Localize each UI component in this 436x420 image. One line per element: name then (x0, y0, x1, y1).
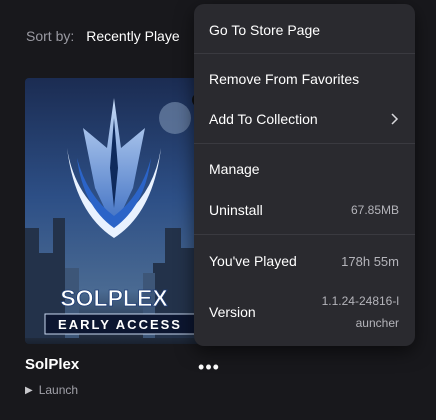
cover-title-text: SOLPLEX (60, 285, 168, 311)
menu-divider (194, 53, 415, 54)
launch-button[interactable]: ▶ Launch (25, 383, 78, 397)
game-title[interactable]: SolPlex (25, 356, 79, 373)
chevron-right-icon (391, 113, 399, 125)
version-value-line2: auncher (355, 316, 399, 330)
menu-item-go-to-store[interactable]: Go To Store Page (209, 19, 399, 41)
menu-item-label: Add To Collection (209, 111, 318, 127)
more-options-button[interactable]: ••• (196, 357, 222, 377)
playtime-label: You've Played (209, 253, 297, 269)
library-view: Sort by: Recently Playe SOLPLEX EARLY AC… (0, 0, 436, 420)
menu-item-label: Go To Store Page (209, 22, 321, 38)
menu-divider (194, 234, 415, 235)
menu-item-label: Manage (209, 161, 260, 177)
menu-item-label: Remove From Favorites (209, 71, 360, 87)
menu-item-label: Uninstall (209, 202, 263, 218)
menu-item-add-to-collection[interactable]: Add To Collection (209, 108, 399, 130)
version-label: Version (209, 304, 256, 320)
playtime-row: You've Played 178h 55m (209, 249, 399, 273)
menu-item-uninstall[interactable]: Uninstall 67.85MB (209, 199, 399, 221)
game-cover-art[interactable]: SOLPLEX EARLY ACCESS (25, 78, 203, 344)
install-size: 67.85MB (350, 203, 399, 217)
cover-subtitle-text: EARLY ACCESS (58, 317, 182, 332)
playtime-value: 178h 55m (341, 253, 399, 269)
sort-label: Sort by: (26, 28, 75, 44)
menu-item-manage[interactable]: Manage (209, 158, 399, 180)
play-icon: ▶ (25, 384, 33, 396)
menu-item-remove-favorites[interactable]: Remove From Favorites (209, 68, 399, 90)
launch-label: Launch (38, 383, 79, 397)
version-value-line1: 1.1.24-24816-l (321, 294, 399, 308)
menu-divider (194, 143, 415, 144)
sort-bar[interactable]: Sort by: Recently Playe (26, 28, 180, 44)
version-value: 1.1.24-24816-l auncher (309, 290, 399, 334)
context-menu: Go To Store Page Remove From Favorites A… (194, 4, 415, 346)
ellipsis-icon: ••• (198, 357, 220, 377)
cover-illustration: SOLPLEX EARLY ACCESS (25, 78, 203, 344)
sort-dropdown-value[interactable]: Recently Playe (86, 28, 179, 44)
version-row: Version 1.1.24-24816-l auncher (209, 290, 399, 334)
